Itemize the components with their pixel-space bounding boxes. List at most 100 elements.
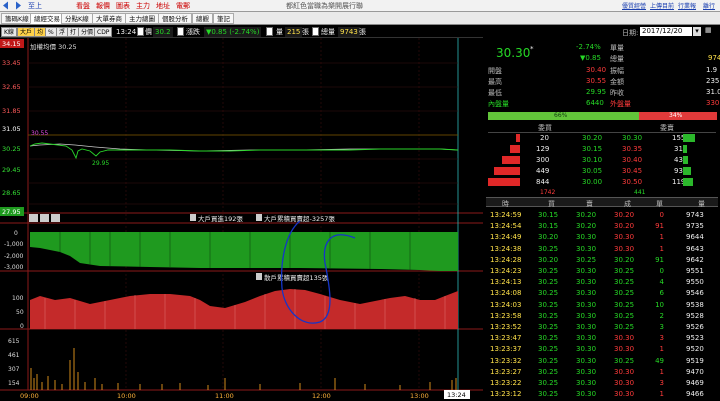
stat-value: 6440 [586, 99, 604, 107]
tick-row[interactable]: 13:24:23 30.25 30.30 30.25 0 9551 [486, 265, 718, 276]
tick-cell: 30.20 [576, 211, 597, 219]
tick-cell: 13:24:54 [490, 222, 522, 231]
tick-cell: 30.30 [576, 323, 597, 331]
tick-cell: 30.30 [576, 379, 597, 387]
tab-broker-kline[interactable]: 分點K線 [61, 13, 93, 24]
tick-row[interactable]: 13:23:32 30.25 30.30 30.25 49 9519 [486, 355, 718, 366]
tick-cell: 13:24:38 [490, 244, 522, 253]
tick-cell: 30.30 [576, 367, 597, 376]
calendar-icon[interactable]: ▦ [705, 26, 712, 34]
tick-cell: 10 [655, 300, 664, 309]
tick-header-time: 時 [502, 200, 509, 208]
tick-cell: 4 [659, 278, 664, 287]
date-input[interactable]: 2017/12/20 [640, 27, 692, 36]
tick-row[interactable]: 13:24:54 30.15 30.20 30.20 91 9735 [486, 220, 718, 231]
tick-cell: 13:23:37 [490, 345, 522, 354]
tick-cell: 9528 [686, 311, 704, 320]
tab-economy[interactable]: 總經交易 [30, 13, 64, 24]
tick-row[interactable]: 13:24:13 30.25 30.30 30.25 4 9550 [486, 276, 718, 287]
time-axis-label: 11:00 [215, 392, 234, 400]
tick-cell: 13:24:03 [490, 300, 522, 309]
link-upload[interactable]: 上傳目前 [650, 1, 674, 10]
toolbar-item-main[interactable]: 主力 [136, 1, 150, 11]
ask-price: 30.50 [622, 178, 643, 186]
tick-cell: 9470 [686, 367, 704, 376]
retail-axis-label: 0 [20, 323, 24, 330]
price-high-annotation: 30.55 [31, 130, 48, 137]
tick-row[interactable]: 13:24:08 30.25 30.30 30.25 6 9546 [486, 287, 718, 298]
tick-cell: 3 [659, 334, 664, 343]
tick-cell: 30.25 [538, 390, 559, 399]
back-arrow-icon[interactable] [2, 1, 12, 10]
ask-volume: 43 [674, 156, 683, 164]
tab-chip-kline[interactable]: 籌碼K線 [1, 13, 33, 24]
tick-cell: 30.15 [538, 211, 559, 219]
volume-axis-label: 461 [8, 352, 20, 359]
tick-row[interactable]: 13:24:03 30.25 30.30 30.25 10 9538 [486, 299, 718, 310]
tick-cell: 13:23:58 [490, 311, 522, 320]
tab-stock-analysis[interactable]: 個股分析 [158, 13, 192, 24]
last-price: 30.30 [496, 46, 531, 60]
header-price-value: 30.2 [153, 27, 173, 37]
tick-cell: 9519 [686, 356, 704, 365]
toolbar-item-watch[interactable]: 看盤 [76, 1, 90, 11]
tick-cell: 9550 [686, 278, 704, 287]
tick-cell: 9520 [686, 345, 704, 354]
tab-notes[interactable]: 筆記 [213, 13, 234, 24]
stat-value: 30.40 [586, 66, 607, 74]
tick-cell: 1 [659, 345, 664, 354]
link-report[interactable]: 行業報 [678, 1, 696, 10]
bigplayer-axis-label: -1,000 [4, 241, 24, 248]
mode-cdp-button[interactable]: CDP [94, 27, 113, 37]
price-axis-label: 33.45 [2, 59, 21, 67]
toolbar-item-mail[interactable]: 電郵 [176, 1, 190, 11]
toolbar-item-chart[interactable]: 圖表 [116, 1, 130, 11]
tick-row[interactable]: 13:24:28 30.20 30.25 30.20 91 9642 [486, 254, 718, 265]
tick-cell: 30.30 [576, 311, 597, 320]
tick-cell: 13:24:28 [490, 255, 522, 264]
tick-cell: 30.20 [538, 233, 559, 242]
nav-home-link[interactable]: 至上 [28, 1, 42, 11]
tick-row[interactable]: 13:23:58 30.25 30.30 30.25 2 9528 [486, 310, 718, 321]
tick-cell: 30.30 [614, 379, 635, 387]
bid-volume: 300 [536, 156, 550, 164]
time-cursor-label: 13:24 [447, 391, 466, 399]
tick-row[interactable]: 13:24:59 30.15 30.20 30.20 0 9743 [486, 209, 718, 220]
tick-row[interactable]: 13:23:47 30.25 30.30 30.30 3 9523 [486, 332, 718, 343]
tick-cell: 30.30 [614, 244, 635, 253]
mode-percent-button[interactable]: % [45, 27, 57, 37]
tick-cell: 30.30 [614, 390, 635, 399]
outer-volume-bar: 34% [639, 112, 717, 120]
chevron-down-icon[interactable]: ▾ [693, 27, 701, 36]
toolbar-item-address[interactable]: 地址 [156, 1, 170, 11]
tab-overview[interactable]: 總觀 [192, 13, 213, 24]
tick-cell: 30.25 [538, 345, 559, 354]
mode-kline-button[interactable]: K線 [1, 27, 17, 37]
tick-row[interactable]: 13:24:38 30.25 30.30 30.30 1 9643 [486, 243, 718, 254]
tick-row[interactable]: 13:23:27 30.25 30.30 30.30 1 9470 [486, 366, 718, 377]
header-total-label: 總量 [321, 28, 335, 36]
tick-cell: 30.30 [576, 278, 597, 287]
tick-row[interactable]: 13:23:52 30.25 30.30 30.25 3 9526 [486, 321, 718, 332]
tick-cell: 30.30 [614, 233, 635, 242]
tab-big-broker[interactable]: 大單券商 [92, 13, 126, 24]
price-bottom-value: 27.95 [2, 208, 21, 216]
tick-cell: 30.30 [576, 356, 597, 365]
tick-row[interactable]: 13:23:12 30.25 30.30 30.30 1 9466 [486, 388, 718, 399]
tick-cell: 30.25 [614, 289, 635, 298]
tab-main-chart[interactable]: 主力總圖 [125, 13, 159, 24]
link-exit[interactable]: 離行 [703, 1, 715, 10]
tick-row[interactable]: 13:23:22 30.25 30.30 30.30 3 9469 [486, 377, 718, 388]
link-quality[interactable]: 優質經營 [622, 1, 646, 10]
tick-cell: 13:24:59 [490, 211, 522, 219]
bid-volume: 20 [540, 134, 549, 142]
forward-arrow-icon[interactable] [12, 1, 22, 10]
mode-bigplayer-button[interactable]: 大戶 [17, 27, 36, 37]
tick-row[interactable]: 13:24:49 30.20 30.30 30.30 1 9644 [486, 231, 718, 242]
tick-cell: 30.30 [576, 289, 597, 298]
header-change-label: 漲跌 [186, 28, 200, 36]
tick-cell: 13:23:52 [490, 323, 522, 331]
bid-price: 30.00 [582, 178, 603, 186]
toolbar-item-quote[interactable]: 報價 [96, 1, 110, 11]
tick-row[interactable]: 13:23:37 30.25 30.30 30.30 1 9520 [486, 343, 718, 354]
